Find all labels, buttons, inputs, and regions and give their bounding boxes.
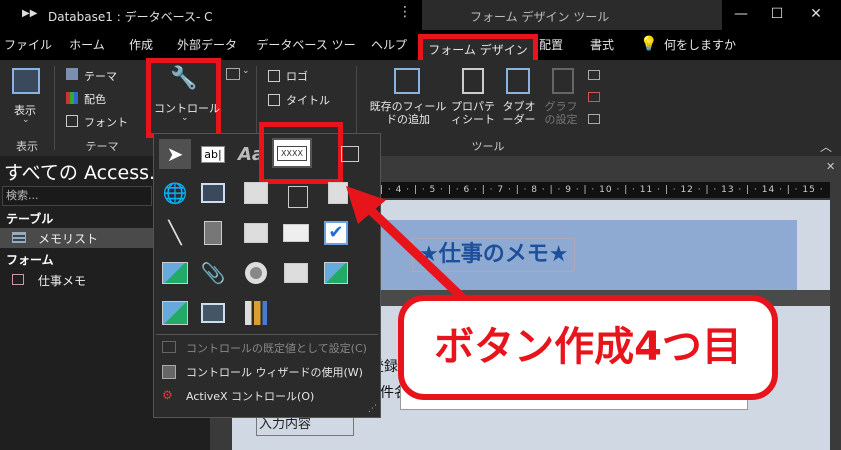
wrench-screwdriver-icon: 🔧 xyxy=(170,66,198,91)
search-input[interactable]: 検索... xyxy=(2,186,152,206)
font-button[interactable]: フォント xyxy=(84,114,128,130)
document-close-icon[interactable]: ✕ xyxy=(826,160,835,173)
callout-box: ボタン作成4つ目 xyxy=(398,295,778,400)
button-caption: XXXX xyxy=(277,145,307,161)
tab-order-button[interactable]: タブオーダー xyxy=(498,100,540,126)
image-control-icon[interactable] xyxy=(159,258,191,288)
form-item[interactable]: 仕事メモ xyxy=(38,272,86,289)
insert-dropdown-icon: ⌄ xyxy=(242,66,250,76)
form-icon xyxy=(12,274,24,285)
select-pointer-icon[interactable]: ➤ xyxy=(159,139,191,169)
access-logo-icon: ▶▶ xyxy=(22,8,38,19)
palette-separator xyxy=(156,334,378,335)
activex-control-icon[interactable] xyxy=(197,298,229,328)
context-title: フォーム デザイン ツール xyxy=(470,10,610,24)
logo-button[interactable]: ロゴ xyxy=(286,68,308,84)
controls-dropdown-icon: ⌄ xyxy=(181,113,189,123)
table-item-label: メモリスト xyxy=(38,232,99,246)
unbound-object-frame-icon[interactable] xyxy=(159,298,191,328)
tables-section[interactable]: テーブル xyxy=(6,210,53,227)
activex-controls-item[interactable]: ActiveX コントロール(O) xyxy=(186,388,314,404)
tell-me-search[interactable]: 何をしますか xyxy=(664,30,736,60)
use-control-wizards-item[interactable]: コントロール ウィザードの使用(W) xyxy=(186,364,363,380)
chart-settings-button: グラフの設定 xyxy=(544,100,578,126)
tab-format[interactable]: 書式 xyxy=(584,30,620,60)
tab-home[interactable]: ホーム xyxy=(60,30,114,60)
logo-icon xyxy=(268,70,280,82)
tab-create[interactable]: 作成 xyxy=(120,30,162,60)
theme-button[interactable]: テーマ xyxy=(84,68,117,84)
tab-arrange[interactable]: 配置 xyxy=(536,30,566,60)
navigation-control-icon[interactable] xyxy=(240,178,272,208)
web-browser-icon[interactable] xyxy=(197,178,229,208)
insert-image-icon[interactable] xyxy=(226,68,240,80)
ribbon-separator xyxy=(54,66,55,150)
view-dropdown-icon: ⌄ xyxy=(22,115,30,125)
resize-grip-icon[interactable]: ⋰ xyxy=(368,404,377,414)
table-icon xyxy=(12,232,26,243)
small-tool-icon[interactable] xyxy=(588,70,600,80)
line-control-icon[interactable]: ╲ xyxy=(159,218,191,248)
property-sheet-button[interactable]: プロパティシート xyxy=(448,100,498,126)
hyperlink-icon[interactable]: 🌐 xyxy=(159,178,191,208)
forms-section[interactable]: フォーム xyxy=(6,251,54,268)
button-control-icon[interactable]: XXXX xyxy=(272,138,312,168)
add-fields-icon xyxy=(394,68,420,94)
attachment-icon[interactable]: 📎 xyxy=(197,258,229,288)
color-button[interactable]: 配色 xyxy=(84,91,106,107)
option-group-icon[interactable] xyxy=(282,182,314,212)
small-tool-icon[interactable] xyxy=(588,92,600,102)
listbox-control-icon[interactable] xyxy=(240,218,272,248)
minimize-button[interactable]: — xyxy=(723,0,759,30)
chart-control-icon[interactable] xyxy=(240,298,272,328)
property-sheet-icon xyxy=(462,68,484,94)
tab-control-icon[interactable] xyxy=(334,139,366,169)
font-icon xyxy=(66,115,78,127)
lightbulb-icon: 💡 xyxy=(640,36,658,52)
group-theme-label: テーマ xyxy=(85,140,119,153)
title-dots-icon: ⋮ xyxy=(398,4,412,20)
group-view-label: 表示 xyxy=(16,140,38,153)
textbox-caption: ab| xyxy=(201,145,225,163)
close-button[interactable]: ✕ xyxy=(798,0,834,30)
tab-database-tools[interactable]: データベース ツール xyxy=(252,30,360,82)
set-control-defaults-item: コントロールの既定値として設定(C) xyxy=(186,342,367,355)
rectangle-control-icon[interactable] xyxy=(280,218,312,248)
color-icon xyxy=(66,92,78,104)
tab-file[interactable]: ファイル xyxy=(4,30,52,60)
collapse-ribbon-icon[interactable]: ︿ xyxy=(820,138,832,155)
title-icon xyxy=(268,94,280,106)
textbox-control-icon[interactable]: ab| xyxy=(197,139,229,169)
title-button[interactable]: タイトル xyxy=(286,92,330,108)
option-button-icon[interactable] xyxy=(240,258,272,288)
nav-header[interactable]: すべての Access... xyxy=(4,158,167,185)
tab-help[interactable]: ヘルプ xyxy=(366,30,412,60)
tab-order-icon xyxy=(506,68,530,94)
wizard-icon xyxy=(162,365,176,379)
subform-icon[interactable] xyxy=(280,258,312,288)
default-settings-icon xyxy=(162,341,176,353)
maximize-button[interactable]: ☐ xyxy=(759,0,795,30)
view-icon xyxy=(12,68,40,94)
group-tools-label: ツール xyxy=(471,140,505,153)
activex-menu-icon: ⚙ xyxy=(162,388,173,402)
toggle-button-icon[interactable] xyxy=(197,218,229,248)
window-title: Database1 : データベース- C xyxy=(48,10,213,24)
theme-icon xyxy=(66,68,78,80)
add-fields-button[interactable]: 既存のフィールドの追加 xyxy=(366,100,450,126)
chart-settings-icon xyxy=(552,68,574,94)
small-tool-icon[interactable] xyxy=(588,114,600,124)
tab-external-data[interactable]: 外部データ xyxy=(170,30,244,60)
